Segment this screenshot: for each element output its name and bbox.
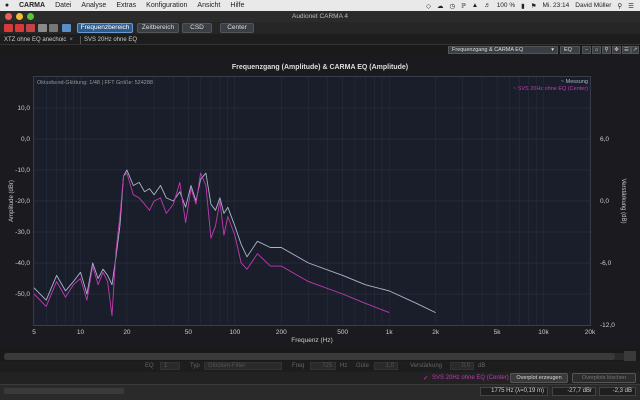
info-icon[interactable] bbox=[62, 24, 71, 32]
stop-icon[interactable] bbox=[15, 24, 24, 32]
wifi-icon[interactable]: ▲ bbox=[472, 2, 478, 9]
chart-info: Oktavband-Glättung: 1/48 | FFT Größe: 52… bbox=[37, 80, 153, 86]
checkbox-icon[interactable]: ✓ bbox=[423, 374, 429, 382]
eq-parameter-bar: EQ 1 Typ Glocken-Filter Freq 725 Hz Güte… bbox=[0, 361, 640, 372]
settings-icon[interactable] bbox=[38, 24, 47, 32]
legend-label: Messung bbox=[565, 79, 588, 85]
menu-datei[interactable]: Datei bbox=[50, 0, 76, 11]
flag-icon[interactable]: ⚑ bbox=[531, 2, 537, 10]
view-select-value: Frequenzgang & CARMA EQ bbox=[452, 47, 524, 53]
volume-icon[interactable]: ♬ bbox=[484, 2, 491, 9]
eq-select[interactable]: EQ bbox=[560, 46, 580, 54]
overplot-delete-button[interactable]: Overplots löschen bbox=[572, 373, 636, 383]
document-tab-label: XTZ ohne EQ anechoic bbox=[4, 37, 67, 43]
window-title: Audionet CARMA 4 bbox=[0, 11, 640, 22]
window-controls bbox=[5, 13, 34, 20]
zoom-out-icon[interactable]: − bbox=[582, 46, 591, 54]
menu-analyse[interactable]: Analyse bbox=[76, 0, 111, 11]
overplot-checkbox-label[interactable]: SVS 20Hz ohne EQ (Center) bbox=[432, 375, 509, 381]
tab-csd[interactable]: CSD bbox=[182, 23, 212, 33]
typ-label: Typ bbox=[190, 363, 200, 369]
clock[interactable]: Mi. 23:14 bbox=[543, 2, 570, 9]
battery-text[interactable]: 100 % bbox=[497, 2, 515, 9]
view-select[interactable]: Frequenzgang & CARMA EQ ▾ bbox=[448, 46, 558, 54]
menu-hilfe[interactable]: Hilfe bbox=[225, 0, 249, 11]
dropbox-icon[interactable]: ◇ bbox=[426, 2, 431, 10]
chart-settings-icon[interactable]: ☰ bbox=[622, 46, 631, 54]
verstaerkung-unit: dB bbox=[478, 363, 486, 369]
menu-ansicht[interactable]: Ansicht bbox=[192, 0, 225, 11]
close-window-icon[interactable] bbox=[5, 13, 12, 20]
list-icon[interactable]: ☰ bbox=[628, 2, 634, 10]
zoom-icon[interactable]: ⚲ bbox=[602, 46, 611, 54]
home-icon[interactable]: ⌂ bbox=[592, 46, 601, 54]
guete-input[interactable]: 1,0 bbox=[374, 362, 398, 370]
bluetooth-icon[interactable]: ℙ bbox=[461, 2, 466, 10]
menu-app-name[interactable]: CARMA bbox=[14, 0, 50, 11]
document-tab-xtz[interactable]: XTZ ohne EQ anechoic × bbox=[4, 36, 73, 44]
menu-konfiguration[interactable]: Konfiguration bbox=[141, 0, 192, 11]
overplot-create-button[interactable]: Overplot erzeugen bbox=[510, 373, 568, 383]
verstaerkung-input[interactable]: 0,0 bbox=[450, 362, 474, 370]
tab-zeitbereich[interactable]: Zeitbereich bbox=[137, 23, 179, 33]
legend-label: SVS 20Hz ohne EQ (Center) bbox=[517, 86, 588, 92]
document-tab-label: SVS 20Hz ohne EQ bbox=[84, 37, 138, 43]
freq-label: Freq bbox=[292, 363, 305, 369]
chart-title: Frequenzgang (Amplitude) & CARMA EQ (Amp… bbox=[231, 64, 409, 71]
expand-icon[interactable] bbox=[624, 351, 636, 361]
chevron-down-icon: ▾ bbox=[551, 47, 554, 53]
pan-icon[interactable]: ✥ bbox=[612, 46, 621, 54]
user-name[interactable]: David Müller bbox=[575, 2, 611, 9]
status-frequency: 1775 Hz (λ=0,19 m) bbox=[480, 387, 548, 396]
legend-item-svs: ~ SVS 20Hz ohne EQ (Center) bbox=[512, 86, 588, 92]
scrollbar-thumb[interactable] bbox=[4, 353, 615, 360]
menu-extras[interactable]: Extras bbox=[111, 0, 141, 11]
minimize-window-icon[interactable] bbox=[16, 13, 23, 20]
eq-select-value: EQ bbox=[564, 47, 572, 53]
legend-item-messung: ~ Messung bbox=[560, 79, 588, 85]
close-tab-icon[interactable]: × bbox=[66, 37, 73, 43]
record-icon[interactable] bbox=[4, 24, 13, 32]
eq-index-select[interactable]: 1 bbox=[160, 362, 180, 370]
export-icon[interactable]: ↗ bbox=[631, 46, 639, 54]
typ-select[interactable]: Glocken-Filter bbox=[204, 362, 282, 370]
freq-unit: Hz bbox=[340, 363, 348, 369]
time-machine-icon[interactable]: ◷ bbox=[450, 2, 456, 10]
play-icon[interactable] bbox=[26, 24, 35, 32]
document-tab-svs[interactable]: SVS 20Hz ohne EQ bbox=[80, 36, 137, 44]
zoom-window-icon[interactable] bbox=[27, 13, 34, 20]
search-icon[interactable]: ⚲ bbox=[617, 2, 622, 10]
freq-input[interactable]: 725 bbox=[310, 362, 336, 370]
apple-icon[interactable]: ● bbox=[0, 2, 14, 9]
eq-label: EQ bbox=[145, 363, 154, 369]
plot-area[interactable] bbox=[33, 76, 591, 326]
menu-bar: ● CARMA Datei Analyse Extras Konfigurati… bbox=[0, 0, 640, 11]
progress-bar bbox=[4, 388, 124, 394]
tools-icon[interactable] bbox=[49, 24, 58, 32]
guete-label: Güte bbox=[356, 363, 370, 369]
battery-icon[interactable]: ▮ bbox=[521, 2, 525, 10]
status-gain: -2,3 dB bbox=[599, 387, 636, 396]
tab-frequenzbereich[interactable]: Frequenzbereich bbox=[77, 23, 133, 33]
chart-legend: ~ Messung ~ SVS 20Hz ohne EQ (Center) bbox=[513, 79, 588, 93]
tab-center[interactable]: Center bbox=[220, 23, 254, 33]
cloud-icon[interactable]: ☁ bbox=[437, 2, 444, 10]
status-amplitude: -27,7 dBr bbox=[552, 387, 596, 396]
verstaerkung-label: Verstärkung bbox=[410, 363, 443, 369]
